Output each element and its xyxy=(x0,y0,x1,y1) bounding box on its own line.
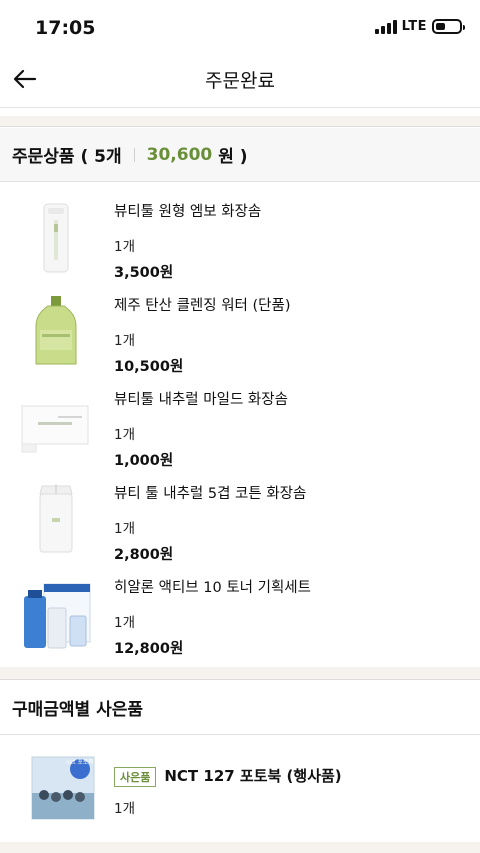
battery-icon xyxy=(432,19,465,34)
gift-tag: 사은품 xyxy=(114,766,157,787)
product-name: 제주 탄산 클렌징 워터 (단품) xyxy=(114,298,291,314)
section-spacer xyxy=(0,667,480,680)
product-qty: 1개 xyxy=(114,239,136,255)
product-price: 12,800원 xyxy=(114,641,184,657)
product-price: 2,800원 xyxy=(114,547,174,563)
gift-info: 사은품 NCT 127 포토북 (행사품) 1개 xyxy=(114,765,342,817)
section-spacer xyxy=(0,842,480,853)
gift-name: NCT 127 포토북 (행사품) xyxy=(164,767,342,785)
product-price: 3,500원 xyxy=(114,265,174,281)
gift-section-title: 구매금액별 사은품 xyxy=(12,700,144,720)
product-image xyxy=(39,484,73,553)
product-info: 제주 탄산 클렌징 워터 (단품) 1개 10,500원 xyxy=(114,294,291,376)
product-item[interactable]: 뷰티툴 내추럴 마일드 화장솜 1개 1,000원 xyxy=(0,388,480,482)
product-info: 뷰티툴 내추럴 마일드 화장솜 1개 1,000원 xyxy=(114,388,288,470)
product-image xyxy=(43,203,69,273)
order-items-header: 주문상품 ( 5개 30,600 원 ) xyxy=(0,128,480,182)
product-image xyxy=(35,296,77,365)
gift-image: nct 포토북 xyxy=(30,755,96,821)
gift-image-badge: nct 포토북 xyxy=(66,759,94,766)
order-total: 30,600 xyxy=(146,144,213,165)
product-qty: 1개 xyxy=(114,615,136,631)
product-qty: 1개 xyxy=(114,521,136,537)
status-bar: 17:05 LTE xyxy=(0,0,480,56)
product-name: 히알론 액티브 10 토너 기획세트 xyxy=(114,580,311,596)
divider xyxy=(133,147,135,162)
app-bar: 주문완료 xyxy=(0,56,480,108)
product-info: 뷰티 툴 내추럴 5겹 코튼 화장솜 1개 2,800원 xyxy=(114,482,306,564)
product-item[interactable]: 뷰티툴 원형 엠보 화장솜 1개 3,500원 xyxy=(0,200,480,294)
page-title: 주문완료 xyxy=(205,70,275,92)
status-time: 17:05 xyxy=(35,17,96,39)
product-item[interactable]: 뷰티 툴 내추럴 5겹 코튼 화장솜 1개 2,800원 xyxy=(0,482,480,576)
order-unit: 원 ) xyxy=(218,147,248,167)
product-name: 뷰티툴 내추럴 마일드 화장솜 xyxy=(114,392,288,408)
gift-item[interactable]: nct 포토북 사은품 NCT 127 포토북 (행사품) 1개 xyxy=(0,755,480,849)
product-image xyxy=(21,405,89,453)
gift-section-header: 구매금액별 사은품 xyxy=(0,681,480,735)
product-info: 뷰티툴 원형 엠보 화장솜 1개 3,500원 xyxy=(114,200,261,282)
gift-name-row: 사은품 NCT 127 포토북 (행사품) xyxy=(114,765,342,787)
product-item[interactable]: 제주 탄산 클렌징 워터 (단품) 1개 10,500원 xyxy=(0,294,480,388)
product-qty: 1개 xyxy=(114,427,136,443)
product-name: 뷰티 툴 내추럴 5겹 코튼 화장솜 xyxy=(114,486,307,502)
product-price: 10,500원 xyxy=(114,359,184,375)
product-qty: 1개 xyxy=(114,333,136,349)
order-count-label: 주문상품 ( 5개 xyxy=(12,147,122,167)
section-spacer xyxy=(0,116,480,127)
product-info: 히알론 액티브 10 토너 기획세트 1개 12,800원 xyxy=(114,576,311,658)
gift-qty: 1개 xyxy=(114,800,136,817)
signal-icon xyxy=(374,19,397,34)
network-label: LTE xyxy=(401,19,427,34)
product-item[interactable]: 히알론 액티브 10 토너 기획세트 1개 12,800원 xyxy=(0,576,480,670)
product-image xyxy=(24,583,91,649)
product-name: 뷰티툴 원형 엠보 화장솜 xyxy=(114,204,262,220)
status-indicators: LTE xyxy=(374,19,465,34)
product-price: 1,000원 xyxy=(114,453,174,469)
